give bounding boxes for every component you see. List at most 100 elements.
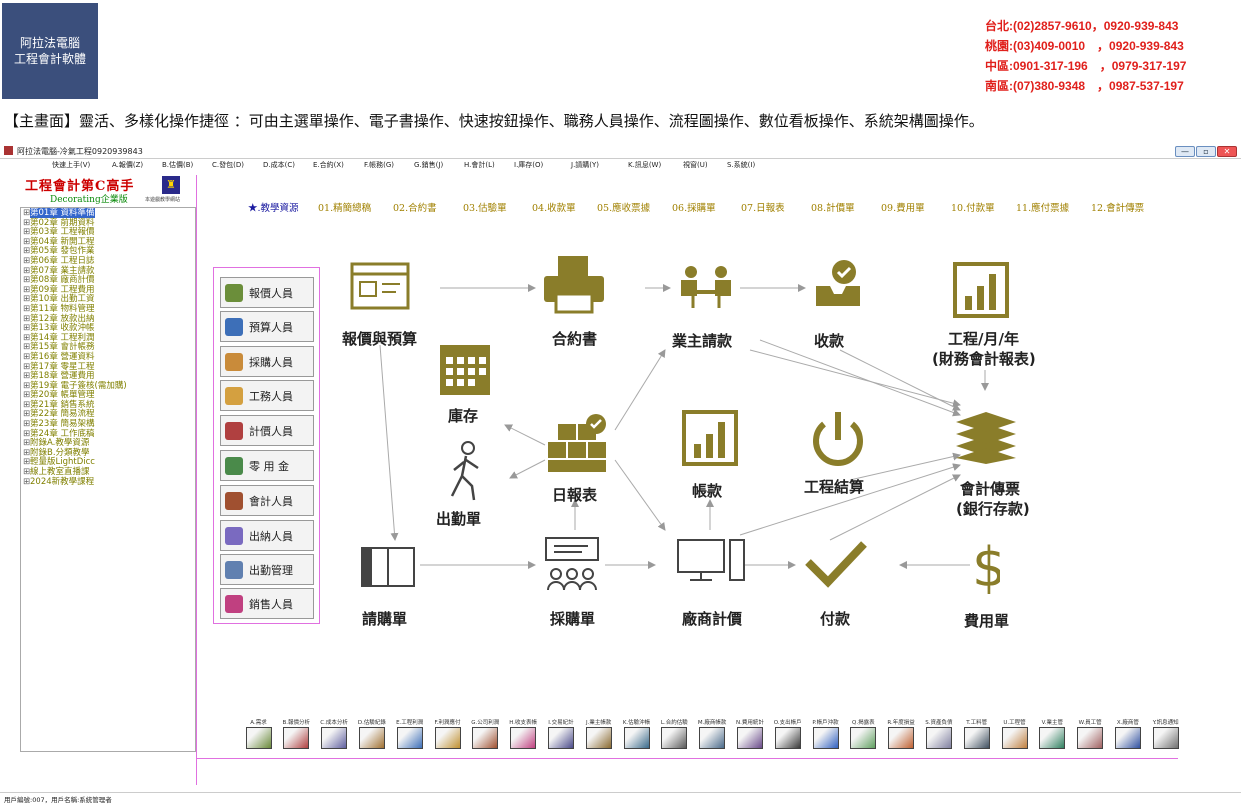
menu-subcontract[interactable]: C.發包(D) [212,160,244,171]
toolbar-button[interactable]: D.估驗紀錄 [353,718,390,749]
role-site-button[interactable]: 工務人員 [220,380,314,411]
dollar-icon[interactable]: $ [970,534,1000,596]
toolbar-button[interactable]: S.資產負債 [920,718,957,749]
minimize-button[interactable]: — [1175,146,1195,157]
owner-request-label[interactable]: 業主請款 [672,330,732,351]
toolbar-icon[interactable] [510,727,537,749]
tutorial-site-link[interactable]: 本遊戲教學網站 [145,196,180,203]
menu-window[interactable]: 視窗(U) [683,160,708,171]
toolbar-icon[interactable] [547,727,574,749]
power-icon[interactable] [810,410,866,470]
role-purchase-button[interactable]: 採購人員 [220,346,314,377]
role-valuation-button[interactable]: 計價人員 [220,415,314,446]
attendance-label[interactable]: 出勤單 [436,508,481,529]
toolbar-button[interactable]: U.工程管 [996,718,1033,749]
voucher-label-1[interactable]: 會計傳票 [960,478,1020,499]
toolbar-button[interactable]: J.業主帳款 [580,718,617,749]
menu-accounting[interactable]: H.會計(L) [464,160,495,171]
toolbar-icon[interactable] [812,727,839,749]
menu-contract[interactable]: E.合約(X) [313,160,344,171]
role-quote-button[interactable]: 報價人員 [220,277,314,308]
toolbar-icon[interactable] [1001,727,1028,749]
menu-message[interactable]: K.訊息(W) [628,160,661,171]
toolbar-icon[interactable] [1114,727,1141,749]
quote-label[interactable]: 報價與預算 [342,328,417,349]
menu-system[interactable]: S.系統(I) [727,160,755,171]
toolbar-button[interactable]: Q.揭露表 [845,718,882,749]
tab-payment[interactable]: 10.付款單 [951,200,995,214]
toolbar-button[interactable]: K.估驗沖帳 [618,718,655,749]
toolbar-icon[interactable] [396,727,423,749]
role-budget-button[interactable]: 預算人員 [220,311,314,342]
voucher-label-2[interactable]: (銀行存款) [956,498,1030,519]
toolbar-button[interactable]: L.合約估驗 [656,718,693,749]
toolbar-button[interactable]: X.廠商管 [1109,718,1146,749]
toolbar-icon[interactable] [774,727,801,749]
role-pettycash-button[interactable]: 零 用 金 [220,450,314,481]
toolbar-icon[interactable] [850,727,877,749]
toolbar-button[interactable]: M.廠商帳款 [694,718,731,749]
toolbar-icon[interactable] [623,727,650,749]
maximize-button[interactable]: ▫ [1196,146,1216,157]
toolbar-icon[interactable] [472,727,499,749]
receive-label[interactable]: 收款 [814,330,844,351]
purchase-request-label[interactable]: 請購單 [362,608,407,629]
chapter-item[interactable]: ⊞2024新教學課程 [21,477,195,488]
toolbar-button[interactable]: E.工程利潤 [391,718,428,749]
tab-expense[interactable]: 09.費用單 [881,200,925,214]
toolbar-icon[interactable] [888,727,915,749]
close-button[interactable]: ✕ [1217,146,1237,157]
tab-receipt[interactable]: 04.收款單 [532,200,576,214]
checkmark-icon[interactable] [804,540,868,588]
menu-quickstart[interactable]: 快速上手(V) [52,160,90,171]
toolbar-icon[interactable] [585,727,612,749]
inventory-label[interactable]: 庫存 [448,405,478,426]
report-label-2[interactable]: (財務會計報表) [932,348,1036,369]
tab-daily[interactable]: 07.日報表 [741,200,785,214]
toolbar-icon[interactable] [661,727,688,749]
daily-label[interactable]: 日報表 [552,484,597,505]
toolbar-icon[interactable] [358,727,385,749]
toolbar-icon[interactable] [1077,727,1104,749]
quote-icon[interactable] [350,262,414,314]
inbox-check-icon[interactable] [814,258,862,310]
meeting-icon[interactable] [675,264,737,310]
tab-summary[interactable]: 01.精簡總稿 [318,200,371,214]
books-icon[interactable] [952,404,1018,466]
expand-icon[interactable]: ⊞ [23,477,30,488]
toolbar-icon[interactable] [1039,727,1066,749]
growth-chart-icon[interactable] [682,410,738,466]
tab-valuation[interactable]: 08.計價單 [811,200,855,214]
payment-label[interactable]: 付款 [820,608,850,629]
menu-purchase[interactable]: J.請購(Y) [571,160,599,171]
toolbar-button[interactable]: T.工料管 [958,718,995,749]
toolbar-button[interactable]: P.帳戶沖款 [807,718,844,749]
toolbar-icon[interactable] [1152,727,1179,749]
tutorial-site-icon[interactable]: ♜ [162,176,180,194]
menu-estimate[interactable]: B.估價(B) [162,160,193,171]
presentation-icon[interactable] [542,536,602,594]
toolbar-button[interactable]: G.公司利潤 [467,718,504,749]
toolbar-button[interactable]: F.利潤應付 [429,718,466,749]
vendor-label[interactable]: 廠商計價 [682,608,742,629]
role-attendance-button[interactable]: 出勤管理 [220,554,314,585]
tab-estimate[interactable]: 03.估驗單 [463,200,507,214]
menu-inventory[interactable]: I.庫存(O) [514,160,543,171]
toolbar-button[interactable]: V.業主管 [1034,718,1071,749]
menu-quote[interactable]: A.報價(Z) [112,160,143,171]
toolbar-button[interactable]: R.年度損益 [883,718,920,749]
tab-purchase[interactable]: 06.採購單 [672,200,716,214]
role-sales-button[interactable]: 銷售人員 [220,588,314,619]
toolbar-button[interactable]: Y.訊息通知 [1147,718,1184,749]
toolbar-button[interactable]: N.費用統計 [731,718,768,749]
toolbar-button[interactable]: H.收支表帳 [505,718,542,749]
expense-label[interactable]: 費用單 [964,610,1009,631]
book-icon[interactable] [360,546,416,590]
walking-person-icon[interactable] [444,440,488,502]
report-label-1[interactable]: 工程/月/年 [948,328,1019,349]
menu-sales[interactable]: G.銷售(J) [414,160,443,171]
toolbar-icon[interactable] [699,727,726,749]
toolbar-button[interactable]: C.成本分析 [316,718,353,749]
bar-chart-icon[interactable] [953,262,1009,318]
calendar-icon[interactable] [438,343,492,397]
